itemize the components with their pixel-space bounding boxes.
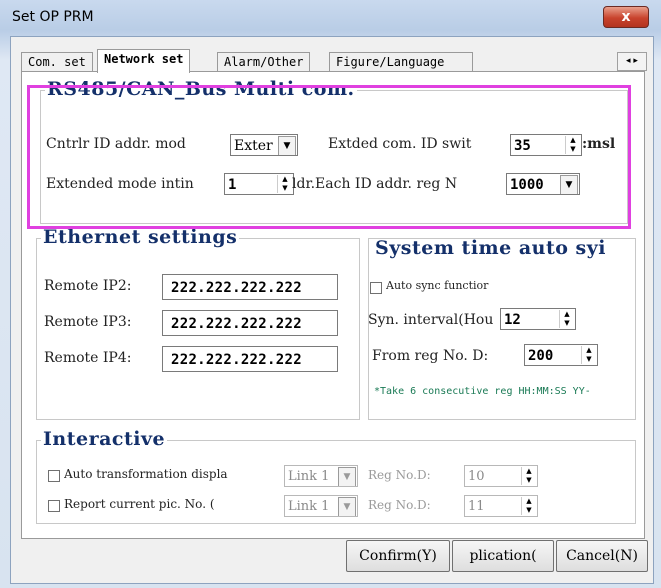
auto-transform-label: Auto transformation displa: [64, 467, 228, 481]
remote-ip4-label: Remote IP4:: [44, 350, 132, 366]
remote-ip2-label: Remote IP2:: [44, 278, 132, 294]
title-bar[interactable]: Set OP PRM x: [0, 0, 661, 34]
tab-alarm-other[interactable]: Alarm/Other: [217, 52, 311, 72]
sync-interval-spinner[interactable]: 12 ▲ ▼: [500, 308, 576, 330]
close-button[interactable]: x: [603, 6, 649, 28]
auto-sync-label: Auto sync functior: [386, 279, 489, 292]
remote-ip3-input[interactable]: 222.222.222.222: [162, 310, 338, 336]
auto-sync-checkbox[interactable]: [370, 282, 382, 294]
spinner-arrows-icon: ▲ ▼: [521, 497, 536, 515]
report-pic-checkbox[interactable]: [48, 500, 60, 512]
remote-ip2-input[interactable]: 222.222.222.222: [162, 274, 338, 300]
application-button[interactable]: plication(: [452, 540, 554, 572]
chevron-down-icon: ▼: [338, 467, 356, 486]
sync-interval-label: Syn. interval(Hou: [368, 312, 494, 328]
link-value-1: Link 1: [288, 469, 330, 484]
tab-com-set[interactable]: Com. set: [21, 52, 93, 72]
from-reg-label: From reg No. D:: [372, 348, 489, 364]
ethernet-group-title: Ethernet settings: [41, 226, 240, 248]
system-time-group-title: System time auto syi: [373, 238, 608, 259]
auto-transform-checkbox[interactable]: [48, 470, 60, 482]
interactive-group-title: Interactive: [41, 428, 168, 450]
tab-figure-language[interactable]: Figure/Language: [329, 52, 473, 72]
spinner-arrows-icon: ▲ ▼: [581, 346, 596, 364]
reg-no-spinner-1[interactable]: 10 ▲ ▼: [464, 465, 538, 487]
sync-interval-value: 12: [504, 312, 521, 328]
spinner-arrows-icon: ▲ ▼: [559, 310, 574, 328]
chevron-down-icon: ▼: [338, 497, 356, 516]
report-pic-label: Report current pic. No. (: [64, 497, 215, 511]
remote-ip3-label: Remote IP3:: [44, 314, 132, 330]
tab-scroll-arrows[interactable]: ◂ ▸: [617, 52, 647, 71]
tab-network-set[interactable]: Network set: [97, 49, 191, 73]
reg-no-label-2: Reg No.D:: [368, 498, 431, 512]
reg-no-value-2: 11: [468, 499, 485, 514]
highlight-box: [27, 85, 631, 229]
from-reg-value: 200: [528, 348, 554, 364]
dialog-window: Set OP PRM x Com. set Network set Alarm/…: [0, 0, 661, 588]
from-reg-spinner[interactable]: 200 ▲ ▼: [524, 344, 598, 366]
reg-no-value-1: 10: [468, 469, 485, 484]
remote-ip4-input[interactable]: 222.222.222.222: [162, 346, 338, 372]
link-dropdown-2[interactable]: Link 1 ▼: [284, 495, 358, 517]
close-icon: x: [621, 9, 631, 25]
link-value-2: Link 1: [288, 499, 330, 514]
cancel-button[interactable]: Cancel(N): [556, 540, 648, 572]
window-title: Set OP PRM: [12, 9, 94, 25]
spinner-arrows-icon: ▲ ▼: [521, 467, 536, 485]
link-dropdown-1[interactable]: Link 1 ▼: [284, 465, 358, 487]
reg-no-spinner-2[interactable]: 11 ▲ ▼: [464, 495, 538, 517]
reg-no-label-1: Reg No.D:: [368, 468, 431, 482]
sync-note: *Take 6 consecutive reg HH:MM:SS YY-: [374, 386, 591, 397]
confirm-button[interactable]: Confirm(Y): [346, 540, 450, 572]
